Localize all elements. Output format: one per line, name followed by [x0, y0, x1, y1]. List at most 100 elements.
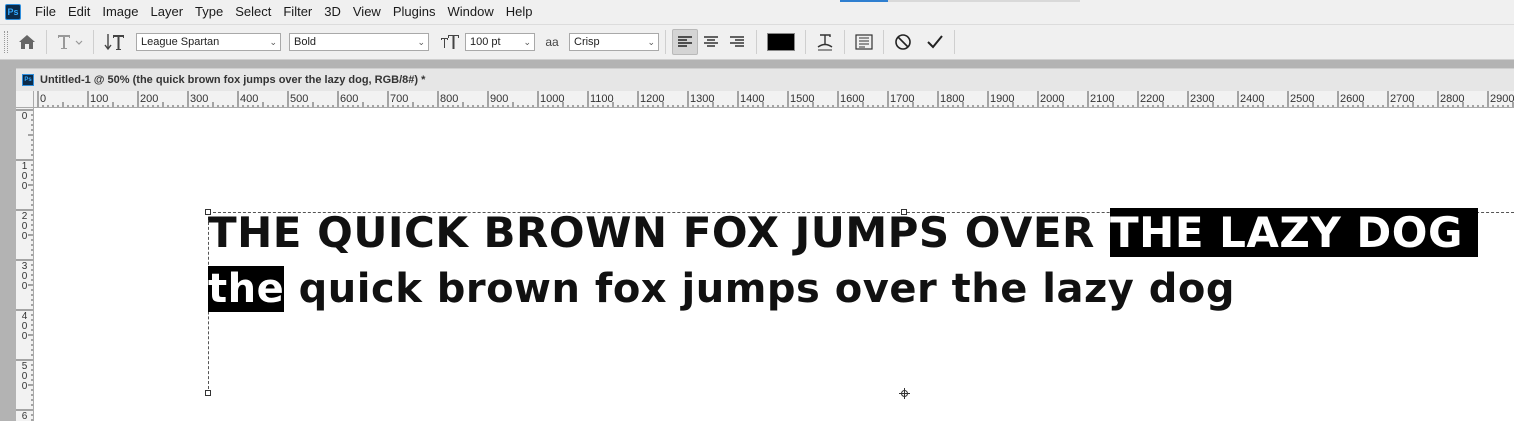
ruler-label: 1900: [990, 93, 1015, 105]
font-size-icon: [437, 29, 463, 55]
separator: [93, 30, 94, 54]
menu-view[interactable]: View: [347, 1, 387, 23]
chevron-down-icon: ⌄: [647, 36, 655, 47]
menu-3d[interactable]: 3D: [318, 1, 347, 23]
ruler-label: 2400: [1240, 93, 1265, 105]
warp-text-icon[interactable]: [812, 29, 838, 55]
bounding-box-handle-middle-left[interactable]: [205, 390, 211, 396]
ruler-label: 2500: [1290, 93, 1315, 105]
ruler-label: 900: [490, 93, 509, 105]
ruler-label: 0: [21, 111, 28, 122]
type-tool-preset-icon[interactable]: [53, 29, 87, 55]
ruler-label: 2900: [1490, 93, 1514, 105]
ruler-label: 1700: [890, 93, 915, 105]
ruler-label: 1400: [740, 93, 765, 105]
font-style-value: Bold: [294, 36, 317, 48]
text-line-2[interactable]: the quick brown fox jumps over the lazy …: [208, 266, 1235, 312]
document-title: Untitled-1 @ 50% (the quick brown fox ju…: [40, 74, 426, 86]
ruler-origin[interactable]: [16, 91, 34, 108]
separator: [844, 30, 845, 54]
text-line-1-plain: THE QUICK BROWN FOX JUMPS OVER: [208, 208, 1111, 257]
text-color-swatch[interactable]: [767, 33, 795, 51]
cancel-icon[interactable]: [890, 29, 916, 55]
menu-image[interactable]: Image: [96, 1, 144, 23]
menu-file[interactable]: File: [29, 1, 62, 23]
options-bar-grip[interactable]: [4, 31, 8, 53]
font-size-field[interactable]: 100 pt ⌄: [465, 33, 535, 51]
options-bar: League Spartan ⌄ Bold ⌄ 100 pt ⌄ aa Cris…: [0, 25, 1514, 60]
ruler-label: 2100: [1090, 93, 1115, 105]
horizontal-ruler[interactable]: 0 100 200 300 400 500 600 700 800 900 1000 1100 1200…: [34, 91, 1514, 108]
ruler-label: 2200: [1140, 93, 1165, 105]
separator: [805, 30, 806, 54]
menu-filter[interactable]: Filter: [277, 1, 318, 23]
menu-layer[interactable]: Layer: [145, 1, 190, 23]
menu-window[interactable]: Window: [441, 1, 499, 23]
ruler-label: 600: [340, 93, 359, 105]
font-style-dropdown[interactable]: Bold ⌄: [289, 33, 429, 51]
ruler-label: 1000: [540, 93, 565, 105]
document-ps-icon: Ps: [22, 74, 34, 86]
menu-bar: Ps File Edit Image Layer Type Select Fil…: [0, 0, 1514, 25]
workspace-indicator: [840, 0, 888, 2]
antialias-icon: aa: [545, 35, 559, 49]
separator: [883, 30, 884, 54]
reference-point-crosshair-icon: [899, 388, 910, 399]
ruler-label: 1800: [940, 93, 965, 105]
align-right-icon[interactable]: [724, 29, 750, 55]
document-tab[interactable]: Ps Untitled-1 @ 50% (the quick brown fox…: [16, 68, 1514, 91]
ruler-label: 1500: [790, 93, 815, 105]
ruler-label: 2 0 0: [21, 211, 28, 242]
menu-plugins[interactable]: Plugins: [387, 1, 442, 23]
menu-edit[interactable]: Edit: [62, 1, 96, 23]
text-line-2-selection: the: [208, 266, 285, 312]
character-panel-icon[interactable]: [851, 29, 877, 55]
ruler-label: 800: [440, 93, 459, 105]
vertical-ruler[interactable]: 0 1 0 0 2 0 0 3 0 0 4 0 0 5 0 0 6: [16, 108, 34, 421]
ruler-label: 1100: [590, 93, 614, 105]
separator: [665, 30, 666, 54]
text-line-1[interactable]: THE QUICK BROWN FOX JUMPS OVER THE LAZY …: [208, 208, 1479, 257]
ruler-label: 5 0 0: [21, 361, 28, 392]
ruler-label: 3 0 0: [21, 261, 28, 292]
commit-checkmark-icon[interactable]: [922, 29, 948, 55]
ruler-label: 100: [90, 93, 109, 105]
ruler-label: 500: [290, 93, 309, 105]
ruler-label: 1 0 0: [21, 161, 28, 192]
chevron-down-icon: ⌄: [269, 36, 277, 47]
text-orientation-icon[interactable]: [100, 29, 130, 55]
ruler-label: 200: [140, 93, 159, 105]
ruler-label: 0: [40, 93, 47, 105]
chevron-down-icon: ⌄: [523, 36, 531, 47]
home-icon[interactable]: [14, 29, 40, 55]
ruler-label: 2800: [1440, 93, 1465, 105]
text-line-1-selection: THE LAZY DOG: [1110, 208, 1479, 257]
menu-type[interactable]: Type: [189, 1, 229, 23]
ruler-label: 300: [190, 93, 209, 105]
ruler-label: 2700: [1390, 93, 1415, 105]
ruler-label: 2600: [1340, 93, 1365, 105]
ruler-label: 700: [390, 93, 409, 105]
font-family-dropdown[interactable]: League Spartan ⌄: [136, 33, 281, 51]
photoshop-logo-icon[interactable]: Ps: [5, 4, 21, 20]
font-family-value: League Spartan: [141, 36, 220, 48]
ruler-label: 1200: [640, 93, 665, 105]
ruler-label: 1300: [690, 93, 715, 105]
text-line-2-plain: quick brown fox jumps over the lazy dog: [284, 266, 1235, 312]
align-center-icon[interactable]: [698, 29, 724, 55]
antialias-value: Crisp: [574, 36, 600, 48]
ruler-label: 400: [240, 93, 259, 105]
ruler-label: 2000: [1040, 93, 1065, 105]
menu-select[interactable]: Select: [229, 1, 277, 23]
workspace-indicator-track: [888, 0, 1080, 2]
canvas[interactable]: THE QUICK BROWN FOX JUMPS OVER THE LAZY …: [34, 108, 1514, 421]
ruler-label: 2300: [1190, 93, 1215, 105]
menu-help[interactable]: Help: [500, 1, 539, 23]
chevron-down-icon: ⌄: [417, 36, 425, 47]
font-size-value: 100 pt: [470, 36, 501, 48]
antialias-dropdown[interactable]: Crisp ⌄: [569, 33, 659, 51]
separator: [46, 30, 47, 54]
ruler-label: 1600: [840, 93, 865, 105]
ruler-label: 6: [21, 411, 28, 421]
align-left-icon[interactable]: [672, 29, 698, 55]
